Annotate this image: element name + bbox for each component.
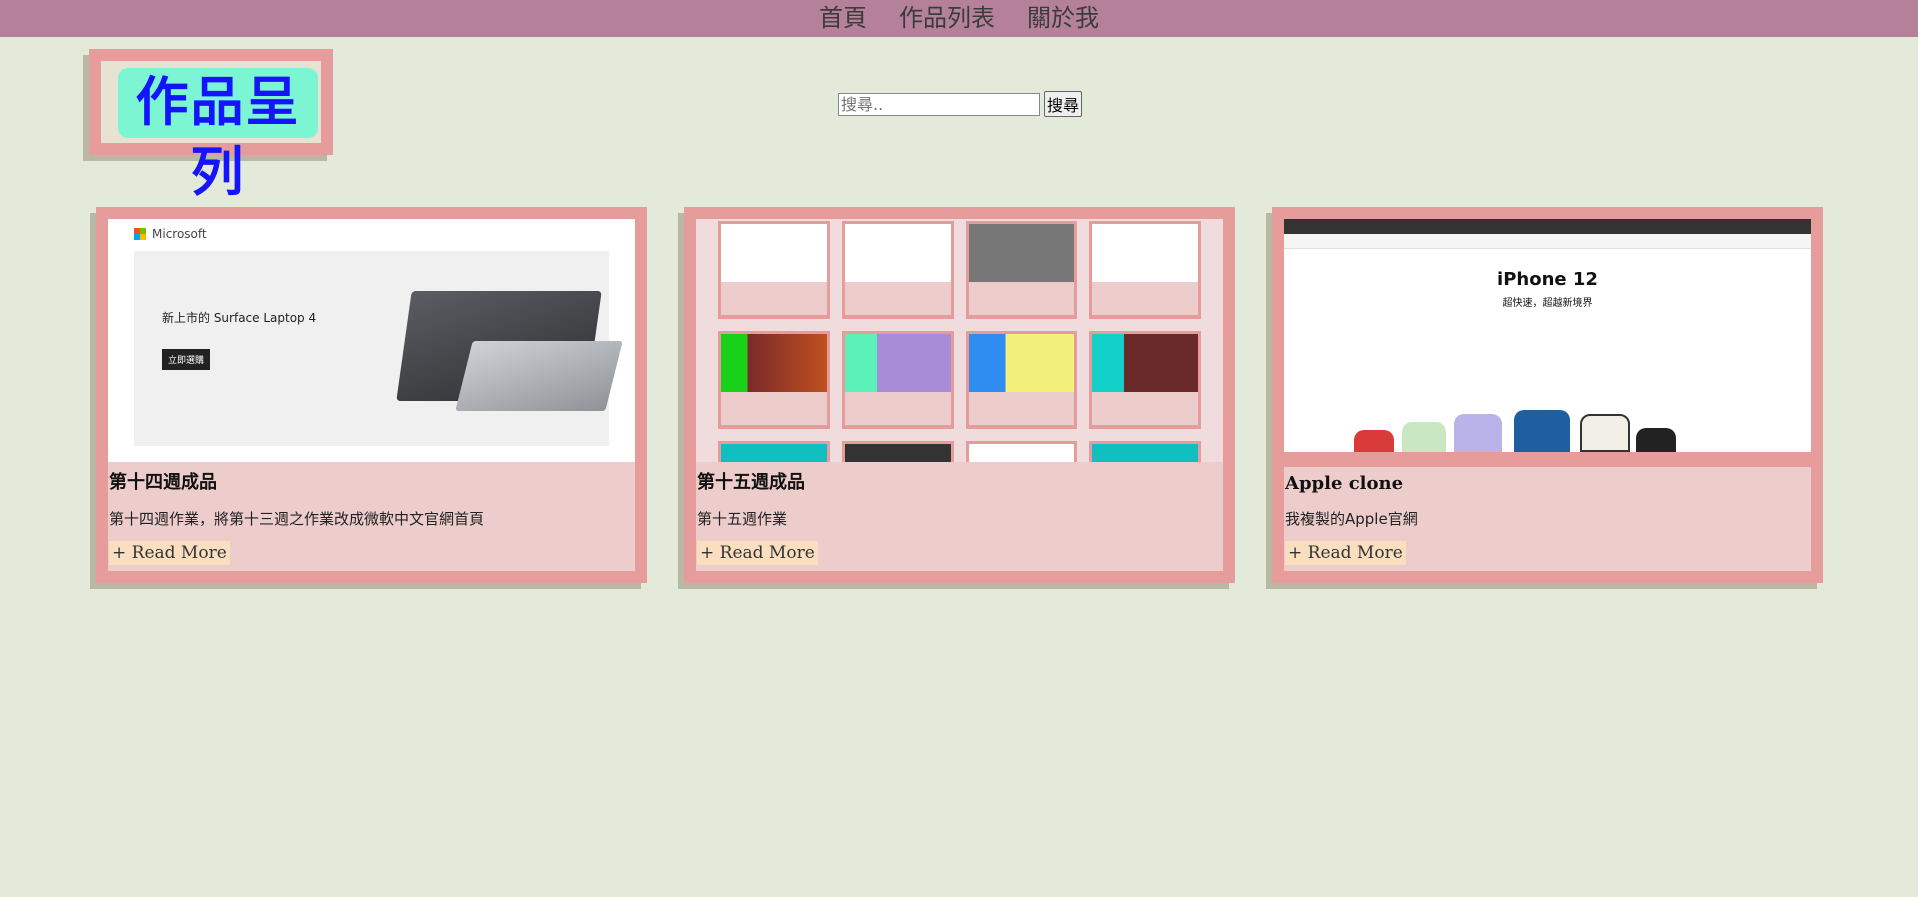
search-input[interactable]: [838, 92, 1040, 116]
thumb-brand: Microsoft: [152, 227, 207, 241]
top-nav: 首頁 作品列表 關於我: [0, 0, 1918, 37]
card-thumbnail[interactable]: [696, 219, 1223, 469]
thumb-hero: 新上市的 Surface Laptop 4 立即選購: [134, 251, 623, 446]
thumb-apple-nav: [1284, 219, 1811, 234]
thumb-mini-card: [841, 221, 954, 319]
thumb-mini-card: [965, 331, 1078, 429]
thumb-cta: 立即選購: [162, 349, 211, 370]
nav-home-link[interactable]: 首頁: [819, 0, 867, 37]
card-thumbnail[interactable]: Microsoft 新上市的 Surface Laptop 4 立即選購: [108, 219, 635, 463]
thumb-mini-card: [1089, 331, 1201, 429]
card-thumbnail[interactable]: iPhone 12 超快速，超越新境界: [1284, 219, 1811, 452]
thumb-mini-card: [718, 331, 830, 429]
thumb-apple-ribbon: [1284, 234, 1811, 249]
thumb-headline: 新上市的 Surface Laptop 4: [162, 311, 317, 325]
thumb-mini-card: [718, 221, 830, 319]
thumb-mini-card: [841, 331, 954, 429]
work-card-week15: 第十五週成品 第十五週作業 + Read More: [684, 207, 1235, 583]
nav-works-link[interactable]: 作品列表: [899, 0, 995, 37]
thumb-mini-card: [1089, 221, 1201, 319]
read-more-button[interactable]: + Read More: [697, 541, 818, 565]
iphone-image: [1354, 404, 1744, 452]
thumb-mini-card: [965, 221, 1078, 319]
thumb-grid: [696, 219, 1223, 469]
nav-about-link[interactable]: 關於我: [1027, 0, 1099, 37]
thumb-subheadline: 超快速，超越新境界: [1502, 298, 1593, 309]
card-body: 第十五週成品 第十五週作業 + Read More: [696, 462, 1223, 571]
card-desc: 我複製的Apple官網: [1285, 510, 1418, 528]
card-body: 第十四週成品 第十四週作業，將第十三週之作業改成微軟中文官網首頁 + Read …: [108, 462, 635, 571]
work-card-week14: Microsoft 新上市的 Surface Laptop 4 立即選購 第十四…: [96, 207, 647, 583]
work-card-apple-clone: iPhone 12 超快速，超越新境界 Apple clone 我複製的Appl…: [1272, 207, 1823, 583]
microsoft-logo-icon: [134, 228, 146, 240]
thumb-headline: iPhone 12: [1497, 269, 1598, 290]
card-title: Apple clone: [1285, 473, 1404, 494]
card-title: 第十五週成品: [697, 472, 805, 493]
read-more-button[interactable]: + Read More: [109, 541, 230, 565]
thumb-ms-header: Microsoft: [108, 219, 635, 249]
card-body: Apple clone 我複製的Apple官網 + Read More: [1284, 467, 1811, 571]
laptop-image-2: [455, 341, 623, 411]
card-desc: 第十五週作業: [697, 510, 788, 528]
read-more-button[interactable]: + Read More: [1285, 541, 1406, 565]
card-title: 第十四週成品: [109, 472, 217, 493]
search-button[interactable]: 搜尋: [1044, 91, 1083, 117]
card-desc: 第十四週作業，將第十三週之作業改成微軟中文官網首頁: [109, 510, 485, 528]
search-bar: 搜尋: [838, 91, 1083, 117]
page-title-logo: 作品呈列: [118, 68, 318, 203]
